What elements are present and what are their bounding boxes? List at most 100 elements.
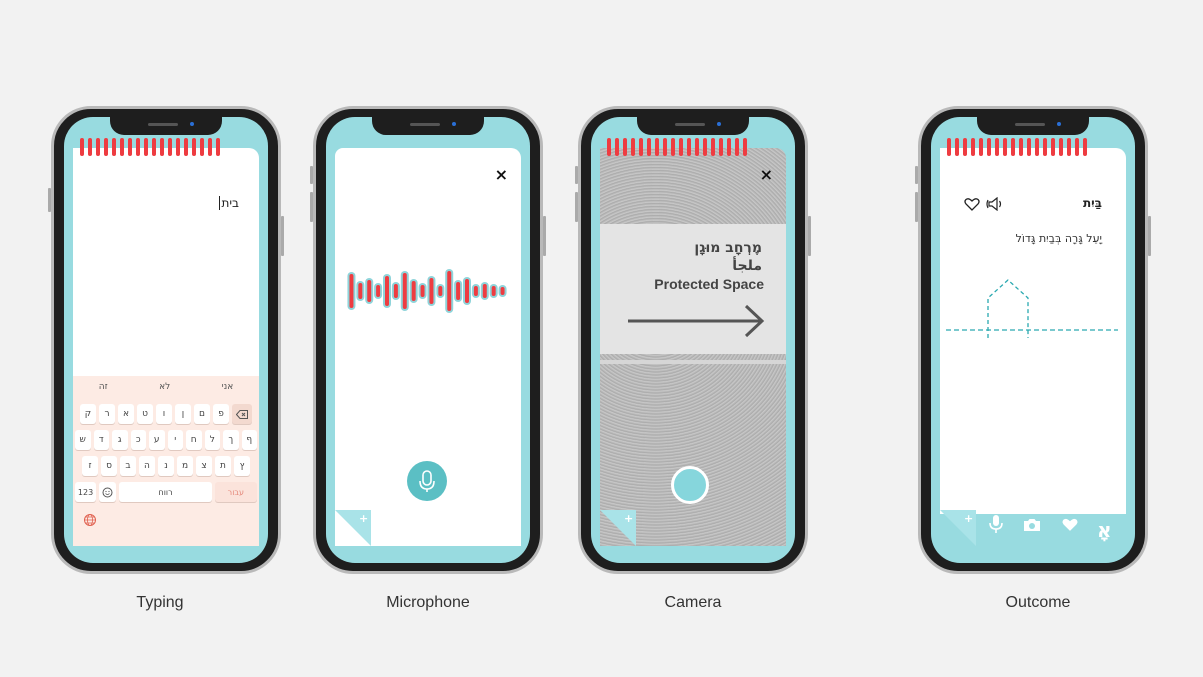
emoji-key[interactable] — [99, 482, 117, 502]
key[interactable]: ר — [99, 404, 115, 424]
side-button — [310, 166, 313, 184]
tab-camera[interactable] — [1023, 517, 1041, 536]
key[interactable]: ב — [120, 456, 136, 476]
globe-icon — [84, 514, 96, 526]
ring — [639, 138, 643, 156]
key[interactable]: א — [118, 404, 134, 424]
key[interactable]: ח — [186, 430, 202, 450]
ring — [1027, 138, 1031, 156]
ring — [192, 138, 196, 156]
waveform-bar — [429, 278, 434, 304]
caption-microphone: Microphone — [386, 594, 470, 611]
key[interactable]: מ — [177, 456, 193, 476]
phone-typing: בית זה לא אני ק ר א ט ו ן ם פ ש ד ג כ ע … — [48, 106, 284, 611]
suggestion[interactable]: זה — [99, 382, 108, 392]
notebook-rings — [80, 138, 220, 156]
ring — [1019, 138, 1023, 156]
ring — [615, 138, 619, 156]
key[interactable]: ש — [75, 430, 91, 450]
key[interactable]: ו — [156, 404, 172, 424]
key[interactable]: ד — [93, 430, 109, 450]
key[interactable]: ט — [137, 404, 153, 424]
add-page-icon[interactable]: + — [964, 513, 973, 524]
waveform-bar — [393, 284, 398, 298]
key[interactable]: ל — [204, 430, 220, 450]
waveform-bar — [465, 279, 469, 303]
backspace-key[interactable] — [232, 404, 252, 424]
tab-microphone[interactable] — [988, 514, 1004, 538]
close-button[interactable]: × — [495, 165, 508, 184]
text-input[interactable]: בית — [219, 196, 239, 210]
key[interactable]: ף — [241, 430, 257, 450]
ring — [1011, 138, 1015, 156]
ring — [727, 138, 731, 156]
numbers-key[interactable]: 123 — [75, 482, 97, 502]
key[interactable]: י — [167, 430, 183, 450]
suggestion[interactable]: לא — [159, 382, 170, 392]
play-audio-button[interactable] — [986, 196, 1004, 215]
ring — [80, 138, 84, 156]
ring — [120, 138, 124, 156]
key[interactable]: פ — [213, 404, 229, 424]
globe-key[interactable] — [83, 512, 97, 531]
ring — [971, 138, 975, 156]
key[interactable]: ץ — [234, 456, 250, 476]
tab-letters[interactable]: אָ — [1097, 518, 1112, 542]
ring — [200, 138, 204, 156]
wall-line — [600, 360, 786, 364]
key[interactable]: ז — [82, 456, 98, 476]
space-key[interactable]: רווח — [119, 482, 212, 502]
word-title: בַּיִת — [1082, 196, 1102, 210]
ring — [647, 138, 651, 156]
favorite-button[interactable] — [964, 196, 980, 215]
key[interactable]: ק — [80, 404, 96, 424]
key[interactable]: ס — [101, 456, 117, 476]
close-button[interactable]: × — [760, 165, 773, 184]
add-page-icon[interactable]: + — [359, 513, 368, 524]
tab-favorites[interactable] — [1061, 517, 1079, 536]
add-page-icon[interactable]: + — [624, 513, 633, 524]
waveform-bar — [438, 286, 443, 296]
notebook-page: בַּיִת יָעֵל גָּרָה בְּבַיִת גָּדוֹל — [940, 148, 1126, 514]
ring — [152, 138, 156, 156]
side-button — [543, 216, 546, 256]
ring — [607, 138, 611, 156]
example-sentence: יָעֵל גָּרָה בְּבַיִת גָּדוֹל — [1015, 232, 1102, 245]
phone-camera: מֶרְחָב מוּגָן ملجأ Protected Space × + … — [575, 106, 811, 611]
key[interactable]: צ — [196, 456, 212, 476]
shutter-button[interactable] — [671, 466, 709, 504]
key[interactable]: ם — [194, 404, 210, 424]
notebook-page: בית זה לא אני ק ר א ט ו ן ם פ ש ד ג כ ע … — [73, 148, 259, 546]
key[interactable]: נ — [158, 456, 174, 476]
key[interactable]: ת — [215, 456, 231, 476]
ring — [995, 138, 999, 156]
suggestion[interactable]: אני — [222, 382, 234, 392]
microphone-button[interactable] — [407, 461, 447, 501]
key[interactable]: ה — [139, 456, 155, 476]
mic-icon — [419, 470, 435, 492]
ring — [88, 138, 92, 156]
side-button — [808, 216, 811, 256]
ring — [671, 138, 675, 156]
ring — [703, 138, 707, 156]
ring — [1003, 138, 1007, 156]
notebook-rings — [947, 138, 1087, 156]
waveform-bar — [473, 286, 478, 296]
waveform-bar — [402, 273, 407, 309]
key[interactable]: כ — [130, 430, 146, 450]
screen: בַּיִת יָעֵל גָּרָה בְּבַיִת גָּדוֹל + א… — [931, 117, 1135, 563]
notch — [372, 117, 484, 135]
ring — [679, 138, 683, 156]
sign-arabic: ملجأ — [732, 258, 762, 274]
ring — [144, 138, 148, 156]
camera-icon — [1024, 519, 1040, 531]
key-row-3: ז ס ב ה נ מ צ ת ץ — [75, 456, 257, 476]
key[interactable]: ע — [149, 430, 165, 450]
enter-key[interactable]: עבור — [214, 482, 257, 502]
arrow-right-icon — [628, 304, 765, 338]
key[interactable]: ג — [112, 430, 128, 450]
key[interactable]: ך — [223, 430, 239, 450]
key-row-4: 123 רווח עבור — [75, 482, 257, 502]
screen: מֶרְחָב מוּגָן ملجأ Protected Space × + — [591, 117, 795, 563]
key[interactable]: ן — [175, 404, 191, 424]
